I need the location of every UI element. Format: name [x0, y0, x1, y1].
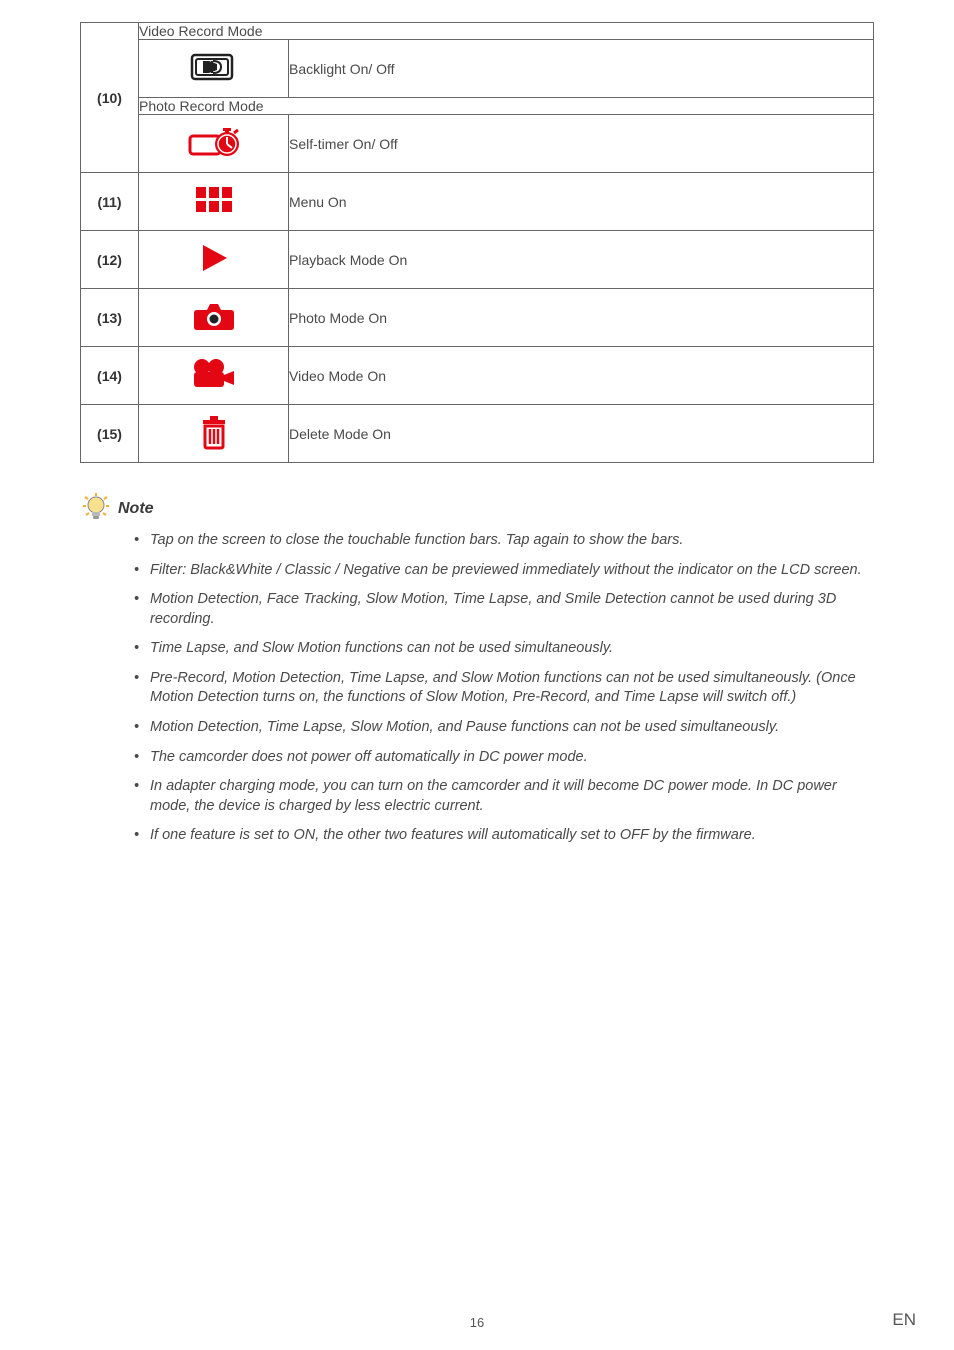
table-row: Photo Record Mode: [81, 98, 874, 115]
list-item: Motion Detection, Time Lapse, Slow Motio…: [134, 718, 874, 738]
icon-cell: [139, 40, 289, 98]
playback-icon: [197, 241, 231, 275]
language-label: EN: [892, 1310, 916, 1330]
list-item: If one feature is set to ON, the other t…: [134, 826, 874, 846]
table-row: Self-timer On/ Off: [81, 115, 874, 173]
table-row: (14) Video Mode On: [81, 347, 874, 405]
desc-cell: Video Mode On: [289, 347, 874, 405]
row-number: (10): [81, 23, 139, 173]
row-number: (15): [81, 405, 139, 463]
list-item: The camcorder does not power off automat…: [134, 748, 874, 768]
delete-icon: [199, 414, 229, 450]
desc-cell: Self-timer On/ Off: [289, 115, 874, 173]
list-item: Pre-Record, Motion Detection, Time Lapse…: [134, 669, 874, 708]
icon-cell: [139, 231, 289, 289]
mode-header: Photo Record Mode: [139, 98, 874, 115]
icon-cell: [139, 347, 289, 405]
icon-cell: [139, 405, 289, 463]
icon-cell: [139, 173, 289, 231]
table-row: (12) Playback Mode On: [81, 231, 874, 289]
note-list: Tap on the screen to close the touchable…: [134, 531, 874, 846]
list-item: In adapter charging mode, you can turn o…: [134, 777, 874, 816]
menu-icon: [194, 185, 234, 215]
self-timer-icon: [185, 124, 243, 160]
row-number: (12): [81, 231, 139, 289]
desc-cell: Delete Mode On: [289, 405, 874, 463]
list-item: Time Lapse, and Slow Motion functions ca…: [134, 639, 874, 659]
lightbulb-icon: [80, 491, 112, 527]
photo-icon: [193, 300, 235, 332]
icon-table: (10) Video Record Mode: [80, 22, 874, 463]
note-title: Note: [118, 500, 154, 518]
list-item: Filter: Black&White / Classic / Negative…: [134, 561, 874, 581]
list-item: Motion Detection, Face Tracking, Slow Mo…: [134, 590, 874, 629]
table-row: (11) Menu On: [81, 173, 874, 231]
table-row: (10) Video Record Mode: [81, 23, 874, 40]
icon-cell: [139, 115, 289, 173]
note-block: Note Tap on the screen to close the touc…: [80, 491, 874, 846]
table-row: (13) Photo Mode On: [81, 289, 874, 347]
row-number: (14): [81, 347, 139, 405]
desc-cell: Backlight On/ Off: [289, 40, 874, 98]
desc-cell: Playback Mode On: [289, 231, 874, 289]
table-row: Backlight On/ Off: [81, 40, 874, 98]
mode-header: Video Record Mode: [139, 23, 874, 40]
video-icon: [190, 357, 238, 391]
desc-cell: Photo Mode On: [289, 289, 874, 347]
row-number: (13): [81, 289, 139, 347]
page-number: 16: [0, 1315, 954, 1330]
backlight-icon: [189, 50, 239, 84]
list-item: Tap on the screen to close the touchable…: [134, 531, 874, 551]
desc-cell: Menu On: [289, 173, 874, 231]
table-row: (15) Delete Mode On: [81, 405, 874, 463]
row-number: (11): [81, 173, 139, 231]
icon-cell: [139, 289, 289, 347]
